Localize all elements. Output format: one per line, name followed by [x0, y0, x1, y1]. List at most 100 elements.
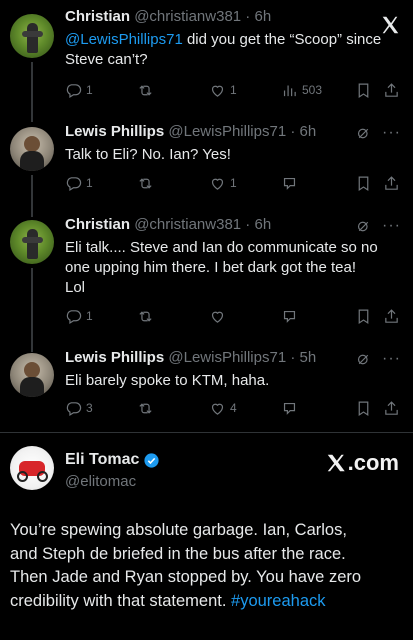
- retweet-button[interactable]: [137, 81, 154, 99]
- like-icon: [211, 311, 224, 323]
- tweet-3[interactable]: Christian @christianw381 · 6h ··· Eli ta…: [0, 216, 413, 352]
- grok-icon[interactable]: [355, 125, 372, 142]
- tweet-4[interactable]: Lewis Phillips @LewisPhillips71 · 5h ···…: [0, 349, 413, 429]
- reply-button[interactable]: 3: [65, 399, 93, 417]
- tweet-1[interactable]: Christian @christianw381 · 6h @LewisPhil…: [0, 8, 413, 122]
- display-name[interactable]: Lewis Phillips: [65, 349, 164, 366]
- tweet-text: @LewisPhillips71 did you get the “Scoop”…: [65, 30, 403, 70]
- share-button[interactable]: [383, 399, 400, 417]
- separator: ·: [286, 349, 300, 366]
- more-icon[interactable]: ···: [382, 217, 401, 235]
- text-segment: Eli barely spoke to KTM, haha.: [65, 372, 270, 389]
- mention-link[interactable]: @LewisPhillips71: [65, 31, 183, 48]
- retweet-icon: [139, 310, 152, 322]
- views-button[interactable]: 503: [281, 81, 322, 99]
- like-button[interactable]: 1: [209, 81, 237, 99]
- more-icon[interactable]: ···: [382, 124, 401, 142]
- avatar[interactable]: [10, 353, 54, 397]
- retweet-button[interactable]: [137, 399, 154, 417]
- view-count: 503: [302, 83, 323, 97]
- timestamp[interactable]: 6h: [254, 8, 271, 25]
- retweet-button[interactable]: [137, 307, 154, 325]
- reply-icon: [66, 401, 82, 416]
- like-button[interactable]: 4: [209, 399, 237, 417]
- like-count: 1: [230, 83, 237, 97]
- bookmark-icon: [358, 83, 369, 98]
- tweet-text: Talk to Eli? No. Ian? Yes!: [65, 145, 403, 165]
- share-icon: [385, 400, 398, 415]
- bookmark-button[interactable]: [355, 399, 372, 417]
- text-segment: Lol: [65, 279, 86, 296]
- action-bar: 3 4: [65, 399, 403, 417]
- more-icon[interactable]: ···: [382, 350, 401, 368]
- reply-count: 1: [86, 309, 93, 323]
- share-button[interactable]: [383, 307, 400, 325]
- tweet-text: Eli talk.... Steve and Ian do communicat…: [65, 238, 403, 298]
- reply-icon: [66, 83, 82, 98]
- grok-icon[interactable]: [355, 351, 372, 368]
- reply-icon: [66, 309, 82, 324]
- text-segment: Steve can’t?: [65, 51, 148, 68]
- bookmark-button[interactable]: [355, 307, 372, 325]
- text-segment: and Steph de briefed in the bus after th…: [10, 544, 346, 563]
- tweet-top-icons: ···: [355, 350, 401, 368]
- handle[interactable]: @christianw381: [134, 216, 241, 233]
- share-button[interactable]: [383, 174, 400, 192]
- translate-button[interactable]: [281, 399, 298, 417]
- bookmark-icon: [358, 309, 369, 324]
- translate-button[interactable]: [281, 307, 298, 325]
- bookmark-button[interactable]: [355, 174, 372, 192]
- text-segment: Talk to Eli? No. Ian? Yes!: [65, 146, 231, 163]
- tweet-header: Lewis Phillips @LewisPhillips71 · 6h: [65, 123, 403, 143]
- translate-button[interactable]: [281, 174, 298, 192]
- like-button[interactable]: [209, 307, 226, 325]
- avatar[interactable]: [10, 446, 54, 490]
- handle[interactable]: @LewisPhillips71: [168, 349, 286, 366]
- reply-count: 1: [86, 83, 93, 97]
- timestamp[interactable]: 5h: [300, 349, 317, 366]
- timestamp[interactable]: 6h: [254, 216, 271, 233]
- reply-button[interactable]: 1: [65, 307, 93, 325]
- grok-icon[interactable]: [355, 218, 372, 235]
- hashtag-link[interactable]: #youreahack: [231, 592, 325, 610]
- display-name[interactable]: Eli Tomac: [65, 451, 160, 469]
- display-name[interactable]: Lewis Phillips: [65, 123, 164, 140]
- tweet-top-icons: ···: [355, 124, 401, 142]
- like-icon: [211, 178, 224, 190]
- display-name[interactable]: Christian: [65, 216, 130, 233]
- handle[interactable]: @LewisPhillips71: [168, 123, 286, 140]
- thread-line: [31, 175, 33, 217]
- like-count: 1: [230, 176, 237, 190]
- share-button[interactable]: [383, 81, 400, 99]
- handle[interactable]: @elitomac: [65, 473, 136, 490]
- thread-line: [31, 62, 33, 122]
- like-icon: [211, 403, 224, 415]
- reply-icon: [66, 176, 82, 191]
- text-segment: Eli talk.... Steve and Ian do communicat…: [65, 239, 378, 256]
- reply-button[interactable]: 1: [65, 81, 93, 99]
- retweet-button[interactable]: [137, 174, 154, 192]
- thread-line: [31, 268, 33, 352]
- tweet-top-icons: ···: [355, 217, 401, 235]
- separator: ·: [286, 123, 300, 140]
- display-name[interactable]: Christian: [65, 8, 130, 25]
- avatar[interactable]: [10, 14, 54, 58]
- action-bar: 1 1: [65, 174, 403, 192]
- avatar[interactable]: [10, 220, 54, 264]
- like-button[interactable]: 1: [209, 174, 237, 192]
- chat-icon: [283, 310, 296, 323]
- action-bar: 1 1 503: [65, 81, 403, 99]
- bookmark-icon: [358, 401, 369, 416]
- avatar[interactable]: [10, 127, 54, 171]
- separator: ·: [241, 8, 255, 25]
- reply-count: 3: [86, 401, 93, 415]
- bookmark-button[interactable]: [355, 81, 372, 99]
- timestamp[interactable]: 6h: [300, 123, 317, 140]
- text-segment: You’re spewing absolute garbage. Ian, Ca…: [10, 521, 347, 539]
- x-com-logo: .com: [325, 450, 399, 476]
- handle[interactable]: @christianw381: [134, 8, 241, 25]
- tweet-text: Eli barely spoke to KTM, haha.: [65, 371, 403, 391]
- tweet-2[interactable]: Lewis Phillips @LewisPhillips71 · 6h ···…: [0, 123, 413, 217]
- reply-button[interactable]: 1: [65, 174, 93, 192]
- brand-suffix: .com: [347, 450, 399, 475]
